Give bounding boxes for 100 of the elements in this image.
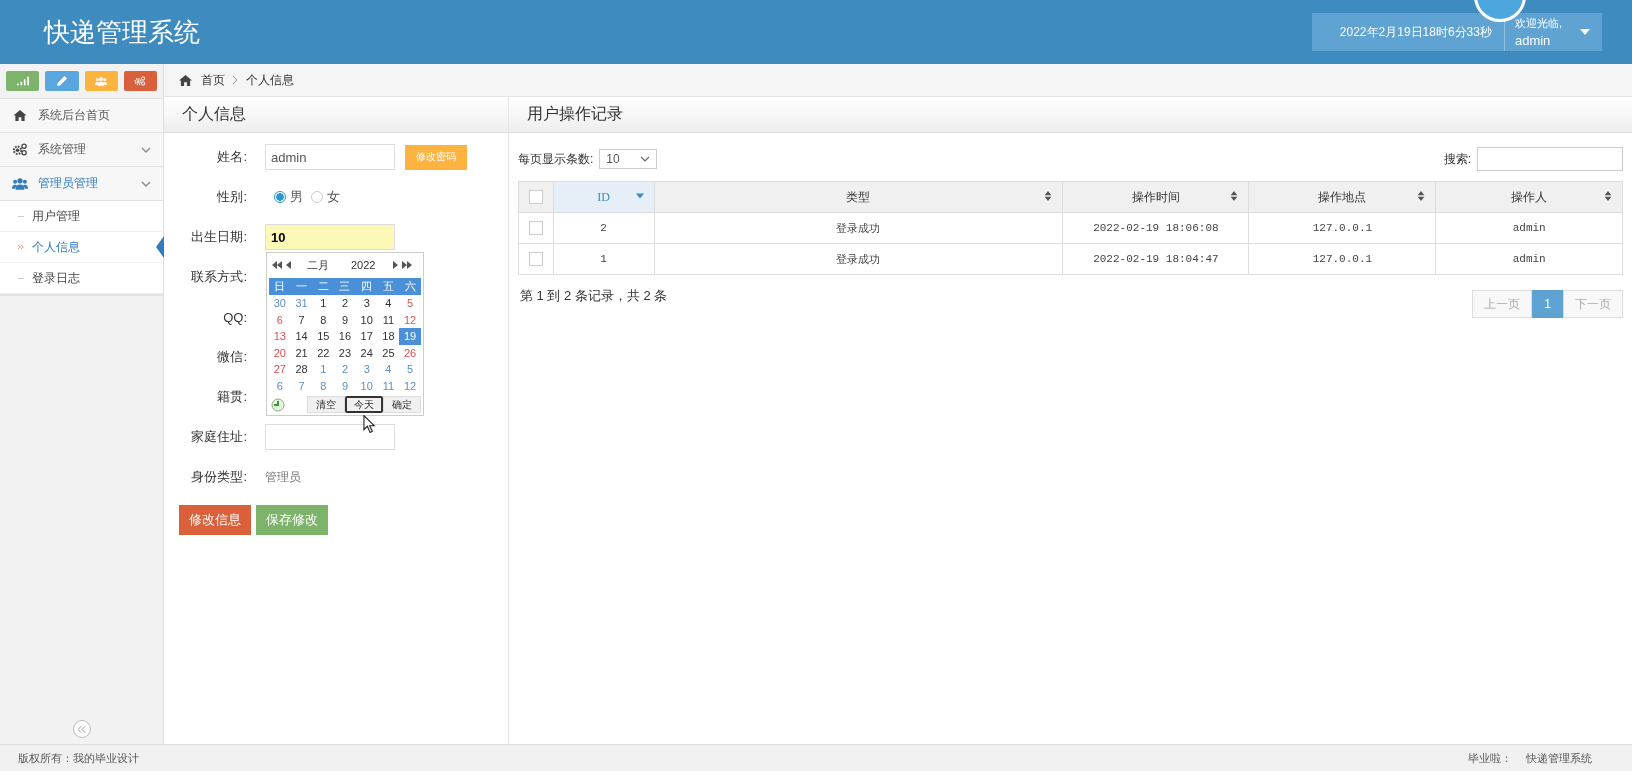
- calendar-day[interactable]: 7: [290, 311, 313, 328]
- calendar-day[interactable]: 8: [312, 311, 335, 328]
- radio-option[interactable]: 女: [311, 188, 340, 206]
- edit-button[interactable]: 修改信息: [179, 505, 251, 535]
- calendar-day[interactable]: 10: [355, 311, 378, 328]
- previous-month-icon[interactable]: [286, 261, 291, 269]
- checkbox[interactable]: [528, 221, 543, 235]
- calendar-day[interactable]: 26: [399, 344, 421, 361]
- calendar-day[interactable]: 14: [290, 328, 313, 345]
- welcome-text: 欢迎光临,: [1514, 16, 1562, 31]
- checkbox[interactable]: [528, 190, 543, 205]
- panel-title: 用户操作记录: [527, 104, 623, 124]
- submenu-item[interactable]: 个人信息: [0, 232, 163, 263]
- calendar-day[interactable]: 10: [355, 377, 378, 394]
- calendar-button[interactable]: 今天: [345, 396, 383, 413]
- calendar-day[interactable]: 3: [355, 295, 378, 312]
- calendar-day[interactable]: 9: [334, 311, 356, 328]
- double-chevron-icon: [18, 244, 24, 250]
- breadcrumb-link[interactable]: 个人信息: [246, 71, 294, 89]
- calendar-day[interactable]: 6: [269, 377, 291, 394]
- next-year-icon[interactable]: [402, 261, 413, 269]
- calendar-day[interactable]: 18: [377, 328, 400, 345]
- column-header[interactable]: 操作时间: [1062, 181, 1249, 213]
- calendar-day[interactable]: 22: [312, 344, 335, 361]
- panel-title: 个人信息: [182, 104, 246, 124]
- calendar-day[interactable]: 28: [290, 361, 313, 378]
- calendar-day[interactable]: 2: [334, 361, 356, 378]
- calendar-day[interactable]: 21: [290, 344, 313, 361]
- calendar-day[interactable]: 20: [269, 344, 291, 361]
- month-label[interactable]: 二月: [307, 257, 329, 273]
- app-title: 快递管理系统: [44, 15, 200, 49]
- column-header[interactable]: 操作人: [1435, 181, 1623, 213]
- calendar-day[interactable]: 7: [290, 377, 313, 394]
- field-value: 管理员: [265, 468, 301, 486]
- calendar-day[interactable]: 4: [377, 361, 400, 378]
- sort-icon: [1417, 191, 1426, 201]
- search-label: 搜索:: [1443, 150, 1471, 168]
- table-cell: 127.0.0.1: [1248, 243, 1436, 275]
- toolbar-button[interactable]: [6, 71, 40, 91]
- chevron-icon: [640, 156, 651, 162]
- next-month-icon[interactable]: [393, 261, 399, 269]
- calendar-day[interactable]: 13: [269, 328, 291, 345]
- home-icon: [12, 109, 28, 122]
- calendar-button[interactable]: 确定: [383, 396, 421, 413]
- calendar-day[interactable]: 25: [377, 344, 400, 361]
- calendar-day[interactable]: 27: [269, 361, 291, 378]
- calendar-day[interactable]: 4: [377, 295, 400, 312]
- input-field[interactable]: admin: [265, 144, 395, 170]
- calendar-day[interactable]: 11: [377, 311, 400, 328]
- search-field[interactable]: [1477, 147, 1623, 171]
- radio-option[interactable]: 男: [274, 188, 303, 206]
- sort-icon: [1604, 191, 1612, 201]
- calendar-day[interactable]: 15: [312, 328, 335, 345]
- calendar-day[interactable]: 31: [290, 295, 313, 312]
- calendar-day[interactable]: 16: [334, 328, 356, 345]
- calendar-day[interactable]: 17: [355, 328, 378, 345]
- submenu-item[interactable]: 用户管理: [0, 201, 163, 232]
- year-label[interactable]: 2022: [351, 259, 376, 271]
- calendar-day[interactable]: 5: [399, 361, 421, 378]
- clock-icon[interactable]: [271, 397, 285, 412]
- menu-item[interactable]: 管理员管理: [0, 167, 163, 201]
- collapse-button[interactable]: [72, 720, 91, 738]
- field-label: 家庭住址:: [190, 428, 247, 446]
- menu-item[interactable]: 系统管理: [0, 133, 163, 167]
- calendar-day[interactable]: 12: [399, 377, 421, 394]
- calendar-day[interactable]: 12: [399, 311, 421, 328]
- field-label: 身份类型:: [190, 468, 247, 486]
- breadcrumb-link[interactable]: 首页: [201, 71, 225, 89]
- input-field[interactable]: [265, 424, 395, 450]
- checkbox[interactable]: [528, 252, 543, 266]
- radio-button[interactable]: [274, 191, 286, 203]
- calendar-day[interactable]: 3: [355, 361, 378, 378]
- calendar-day[interactable]: 6: [269, 311, 291, 328]
- date-field[interactable]: 10: [265, 224, 395, 250]
- calendar-day[interactable]: 9: [334, 377, 356, 394]
- calendar-day[interactable]: 23: [334, 344, 356, 361]
- calendar-day[interactable]: 30: [269, 295, 291, 312]
- pointer-icon: [156, 236, 164, 258]
- calendar-day[interactable]: 1: [312, 295, 335, 312]
- column-header[interactable]: 操作地点: [1248, 181, 1436, 213]
- previous-year-icon[interactable]: [272, 261, 282, 269]
- column-header[interactable]: 类型: [654, 181, 1063, 213]
- calendar-day[interactable]: 11: [377, 377, 400, 394]
- toolbar-button[interactable]: [84, 71, 118, 91]
- radio-button[interactable]: [311, 191, 323, 203]
- submenu-item[interactable]: 登录日志: [0, 263, 163, 294]
- toolbar-button[interactable]: [123, 71, 157, 91]
- calendar-button[interactable]: 清空: [307, 396, 345, 413]
- page-size-select[interactable]: 10: [599, 149, 658, 169]
- chart-icon: [16, 76, 29, 86]
- pencil-icon: [55, 76, 68, 86]
- calendar-day[interactable]: 5: [399, 295, 421, 312]
- menu-item[interactable]: 系统后台首页: [0, 99, 163, 133]
- toolbar-button[interactable]: [45, 71, 79, 91]
- calendar-day[interactable]: 2: [334, 295, 356, 312]
- weekday-header: 日: [269, 278, 291, 295]
- calendar-day[interactable]: 24: [355, 344, 378, 361]
- calendar-day[interactable]: 1: [312, 361, 335, 378]
- calendar-day[interactable]: 8: [312, 377, 335, 394]
- sort-descending-icon: [635, 191, 644, 201]
